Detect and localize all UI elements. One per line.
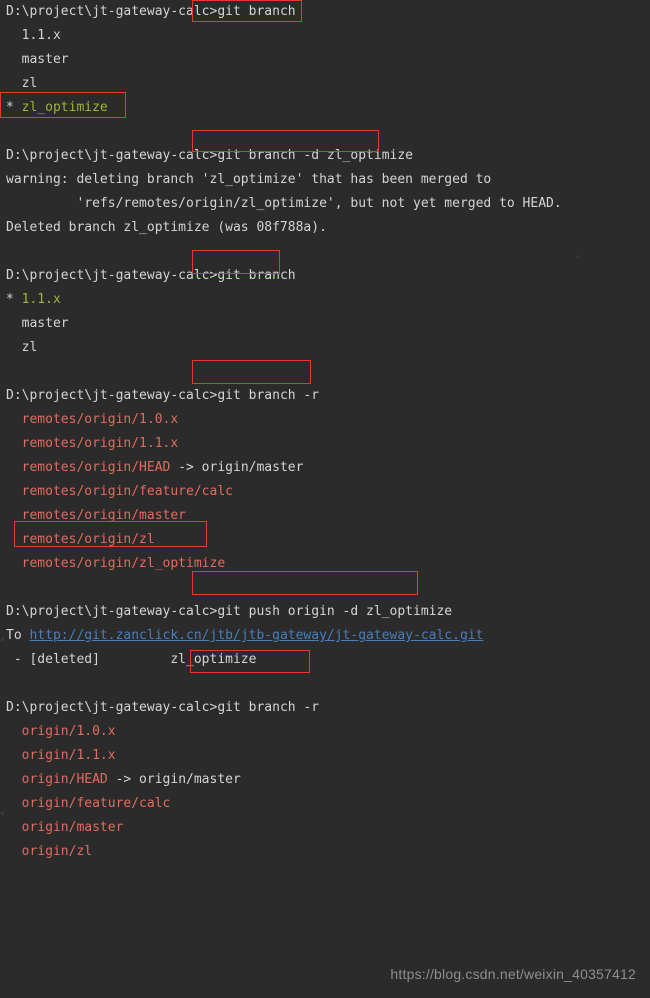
output-line: zl [6,340,38,355]
output-line: master [6,52,69,67]
current-branch-name: zl_optimize [21,100,108,115]
current-branch-marker: * [6,100,22,115]
remote-head-target: -> origin/master [170,460,304,475]
remote-branch-line: remotes/origin/zl [6,532,155,547]
shell-prompt: D:\project\jt-gateway-calc> [6,700,218,715]
remote-branch-line: remotes/origin/feature/calc [6,484,233,499]
remote-branch-line: remotes/origin/1.0.x [6,412,179,427]
current-branch-name: 1.1.x [21,292,61,307]
push-target-line: To http://git.zanclick.cn/jtb/jtb-gatewa… [6,624,646,648]
current-branch-line: * 1.1.x [6,288,646,312]
output-line: zl [6,76,38,91]
deleted-branch-line: Deleted branch zl_optimize (was 08f788a)… [6,220,327,235]
shell-prompt: D:\project\jt-gateway-calc> [6,388,218,403]
remote-branch-line: remotes/origin/1.1.x [6,436,179,451]
warning-line-continued: 'refs/remotes/origin/zl_optimize', but n… [6,196,562,211]
shell-prompt: D:\project\jt-gateway-calc> [6,4,218,19]
console-output[interactable]: D:\project\jt-gateway-calc>git branch 1.… [6,0,646,864]
render-artifact-dot [1,812,4,815]
remote-branch-name: origin/HEAD [6,772,108,787]
remote-branch-line: remotes/origin/master [6,508,187,523]
terminal-window: D:\project\jt-gateway-calc>git branch 1.… [0,0,650,998]
render-artifact-dot [577,255,579,258]
command-line: D:\project\jt-gateway-calc>git branch -d… [6,144,646,168]
typed-command[interactable]: git push origin -d zl_optimize [217,604,452,619]
command-line: D:\project\jt-gateway-calc>git push orig… [6,600,646,624]
typed-command[interactable]: git branch -d zl_optimize [217,148,413,163]
remote-branch-line: origin/1.0.x [6,724,116,739]
typed-command[interactable]: git branch [217,4,295,19]
shell-prompt: D:\project\jt-gateway-calc> [6,604,218,619]
command-line: D:\project\jt-gateway-calc>git branch -r [6,384,646,408]
shell-prompt: D:\project\jt-gateway-calc> [6,268,218,283]
remote-branch-line: origin/master [6,820,124,835]
remote-head-target: -> origin/master [107,772,241,787]
remote-branch-line: remotes/origin/zl_optimize [6,556,226,571]
remote-branch-line: origin/zl [6,844,93,859]
blog-watermark: https://blog.csdn.net/weixin_40357412 [390,966,636,982]
typed-command[interactable]: git branch -r [217,700,319,715]
command-line: D:\project\jt-gateway-calc>git branch -r [6,696,646,720]
remote-branch-line: origin/feature/calc [6,796,171,811]
output-line: 1.1.x [6,28,61,43]
current-branch-marker: * [6,292,22,307]
remote-branch-line: origin/1.1.x [6,748,116,763]
warning-line: warning: deleting branch 'zl_optimize' t… [6,172,492,187]
command-line: D:\project\jt-gateway-calc>git branch [6,0,646,24]
output-line: master [6,316,69,331]
remote-head-line: origin/HEAD -> origin/master [6,768,646,792]
push-target-prefix: To [6,628,30,643]
render-artifact-dot [1,638,4,641]
command-line: D:\project\jt-gateway-calc>git branch [6,264,646,288]
remote-branch-name: remotes/origin/HEAD [6,460,171,475]
typed-command[interactable]: git branch -r [217,388,319,403]
deleted-ref-line: - [deleted] zl_optimize [6,652,257,667]
shell-prompt: D:\project\jt-gateway-calc> [6,148,218,163]
current-branch-line: * zl_optimize [6,96,646,120]
typed-command[interactable]: git branch [217,268,295,283]
repository-url-link[interactable]: http://git.zanclick.cn/jtb/jtb-gateway/j… [29,628,483,643]
remote-head-line: remotes/origin/HEAD -> origin/master [6,456,646,480]
